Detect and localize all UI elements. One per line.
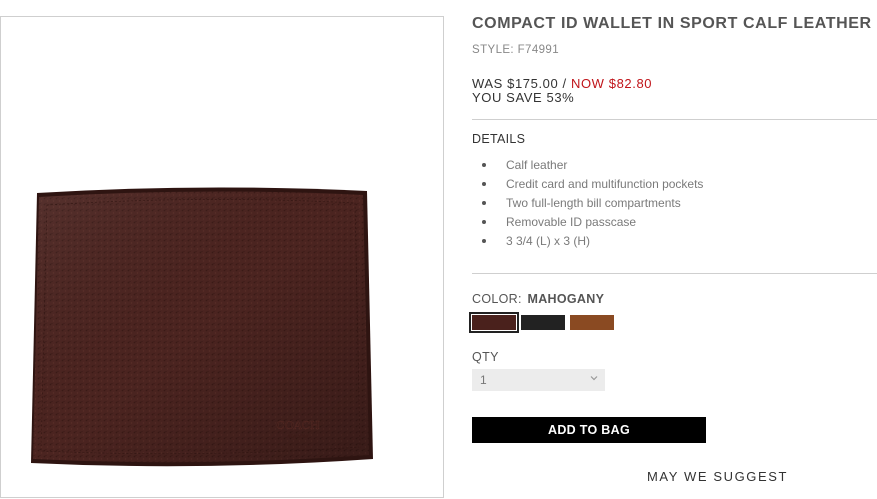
- product-image-panel: COACH NEW YORK: [0, 16, 444, 498]
- bullet-icon: [482, 220, 486, 224]
- swatch-saddle[interactable]: [570, 315, 614, 330]
- now-price: NOW $82.80: [570, 76, 653, 91]
- swatch-black[interactable]: [521, 315, 565, 330]
- product-title: COMPACT ID WALLET IN SPORT CALF LEATHER: [472, 15, 872, 32]
- details-item: Calf leather: [472, 157, 703, 176]
- style-number: STYLE: F74991: [472, 44, 560, 56]
- color-swatches: [469, 312, 614, 333]
- qty-select[interactable]: 1: [472, 369, 605, 391]
- details-item: Removable ID passcase: [472, 214, 703, 233]
- bullet-icon: [482, 163, 486, 167]
- qty-value: 1: [480, 373, 487, 387]
- divider: [472, 119, 877, 120]
- bullet-icon: [482, 239, 486, 243]
- selected-color-name: MAHOGANY: [527, 292, 605, 306]
- may-we-suggest-heading: MAY WE SUGGEST: [647, 469, 789, 484]
- new-york-embossed-text: NEW YORK: [287, 434, 309, 439]
- wallet-product-image: COACH NEW YORK: [31, 187, 373, 467]
- qty-label: QTY: [472, 350, 499, 364]
- details-item: Credit card and multifunction pockets: [472, 176, 703, 195]
- details-heading: DETAILS: [472, 132, 526, 146]
- add-to-bag-button[interactable]: ADD TO BAG: [472, 417, 706, 443]
- bullet-icon: [482, 201, 486, 205]
- color-label: COLOR: MAHOGANY: [472, 292, 605, 306]
- divider: [472, 273, 877, 274]
- was-price: WAS $175.00 /: [472, 76, 567, 91]
- chevron-down-icon: [590, 376, 598, 381]
- swatch-mahogany[interactable]: [469, 312, 519, 333]
- savings-text: YOU SAVE 53%: [472, 90, 575, 105]
- details-item: 3 3/4 (L) x 3 (H): [472, 233, 703, 252]
- details-item: Two full-length bill compartments: [472, 195, 703, 214]
- details-list: Calf leather Credit card and multifuncti…: [472, 157, 703, 252]
- bullet-icon: [482, 182, 486, 186]
- coach-embossed-logo: COACH: [276, 419, 319, 432]
- price-line: WAS $175.00 / NOW $82.80: [472, 76, 652, 91]
